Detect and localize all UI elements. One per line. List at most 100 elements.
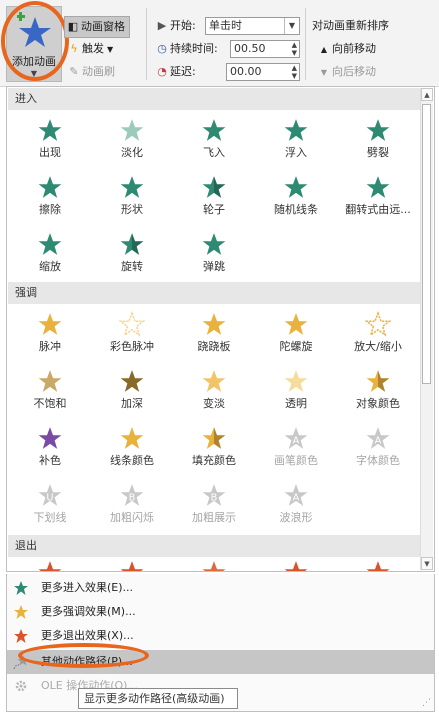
effect-star-icon: [284, 119, 308, 141]
svg-text:A: A: [375, 435, 382, 446]
animation-pane-button[interactable]: ◧ 动画窗格: [64, 16, 130, 38]
chevron-down-icon[interactable]: ▼: [284, 18, 299, 34]
effect-填充颜色[interactable]: 填充颜色: [173, 421, 255, 481]
effect-star-icon: [119, 311, 145, 337]
effect-出现[interactable]: 出现: [9, 113, 91, 173]
effect-缩放[interactable]: 缩放: [9, 227, 91, 287]
effect-翻转式由远-[interactable]: 翻转式由远...: [337, 170, 419, 230]
effect-label: 波浪形: [279, 511, 313, 524]
effect-label: 彩色脉冲: [110, 340, 154, 353]
divider: [146, 8, 147, 80]
effect-擦除[interactable]: 擦除: [9, 170, 91, 230]
effect-star-icon: U: [38, 484, 62, 506]
animation-painter-button[interactable]: ✎ 动画刷: [66, 62, 115, 82]
tooltip: 显示更多动作路径(高级动画): [78, 688, 238, 709]
exit-effect-star-icon[interactable]: [283, 559, 309, 572]
move-later-button[interactable]: ▼ 向后移动: [316, 62, 376, 82]
clock-icon: ◷: [157, 42, 167, 55]
effect-star-icon: [366, 119, 390, 141]
effect-star-icon: [366, 370, 390, 392]
more-entrance-effects-item[interactable]: 更多进入效果(E)...: [7, 576, 434, 600]
effect-label: 字体颜色: [356, 454, 400, 467]
effect-label: 弹跳: [203, 260, 225, 273]
duration-input[interactable]: 00.50 ▲ ▼: [230, 40, 300, 58]
effect-加粗展示[interactable]: B 加粗展示: [173, 478, 255, 538]
exit-effect-star-icon[interactable]: [37, 559, 63, 572]
effect-加粗闪烁[interactable]: B 加粗闪烁: [91, 478, 173, 538]
effect-线条颜色[interactable]: 线条颜色: [91, 421, 173, 481]
effect-star-icon: B: [202, 484, 226, 506]
effect-label: 翻转式由远...: [345, 203, 411, 216]
effect-弹跳[interactable]: 弹跳: [173, 227, 255, 287]
effect-label: 画笔颜色: [274, 454, 318, 467]
play-icon: ▶: [157, 19, 167, 32]
effect-label: 缩放: [39, 260, 61, 273]
spinner-arrows-icon[interactable]: ▲ ▼: [292, 64, 297, 80]
exit-effect-star-icon[interactable]: [201, 559, 227, 572]
effect-透明[interactable]: 透明: [255, 364, 337, 424]
effect-不饱和[interactable]: 不饱和: [9, 364, 91, 424]
effect-label: 陀螺旋: [279, 340, 313, 353]
ribbon: 添加动画 ▼ ◧ 动画窗格 ϟ 触发 ▼ ✎ 动画刷 ▶ 开始: 单击时 ▼ ◷ 持续时间:…: [0, 0, 439, 87]
move-earlier-button[interactable]: ▲ 向前移动: [316, 39, 376, 59]
delay-input[interactable]: 00.00 ▲ ▼: [226, 63, 300, 81]
effect-label: 擦除: [39, 203, 61, 216]
effect-下划线[interactable]: U 下划线: [9, 478, 91, 538]
effect-补色[interactable]: 补色: [9, 421, 91, 481]
svg-text:A: A: [293, 492, 300, 503]
section-header-entrance: 进入: [8, 88, 421, 110]
effect-star-icon: [366, 176, 390, 198]
effect-对象颜色[interactable]: 对象颜色: [337, 364, 419, 424]
effect-淡化[interactable]: 淡化: [91, 113, 173, 173]
effect-star-icon: A: [366, 427, 390, 449]
effect-波浪形[interactable]: A 波浪形: [255, 478, 337, 538]
effect-star-icon: [202, 119, 226, 141]
effect-脉冲[interactable]: 脉冲: [9, 307, 91, 367]
start-select[interactable]: 单击时 ▼: [205, 17, 300, 35]
effect-star-icon: [120, 119, 144, 141]
animation-gallery: 进入 出现 淡化 飞入 浮入 劈裂 擦除 形状 轮子 随机线条 翻转式由远... 缩放 旋转 弹跳 强调…: [6, 86, 435, 572]
effect-label: 线条颜色: [110, 454, 154, 467]
effect-旋转[interactable]: 旋转: [91, 227, 173, 287]
effect-放大-缩小[interactable]: 放大/缩小: [337, 307, 419, 367]
effect-label: 加粗展示: [192, 511, 236, 524]
more-emphasis-effects-item[interactable]: 更多强调效果(M)...: [7, 600, 434, 624]
effect-变淡[interactable]: 变淡: [173, 364, 255, 424]
effect-浮入[interactable]: 浮入: [255, 113, 337, 173]
lightning-icon: ϟ: [70, 42, 78, 55]
effect-star-icon: [38, 233, 62, 255]
scroll-up-arrow-icon[interactable]: ▲: [421, 88, 433, 101]
effect-label: 出现: [39, 146, 61, 159]
effect-加深[interactable]: 加深: [91, 364, 173, 424]
svg-text:A: A: [293, 435, 300, 446]
effect-star-icon: [120, 176, 144, 198]
effect-star-icon: [38, 427, 62, 449]
scroll-down-arrow-icon[interactable]: ▼: [421, 557, 433, 570]
triangle-down-icon: ▼: [320, 68, 328, 77]
effect-轮子[interactable]: 轮子: [173, 170, 255, 230]
exit-effect-star-icon[interactable]: [119, 559, 145, 572]
effect-label: 飞入: [203, 146, 225, 159]
effect-形状[interactable]: 形状: [91, 170, 173, 230]
trigger-button[interactable]: ϟ 触发 ▼: [66, 39, 113, 59]
effect-画笔颜色[interactable]: A 画笔颜色: [255, 421, 337, 481]
effect-彩色脉冲[interactable]: 彩色脉冲: [91, 307, 173, 367]
effect-陀螺旋[interactable]: 陀螺旋: [255, 307, 337, 367]
emphasis-star-icon: [14, 605, 28, 619]
scrollbar-thumb[interactable]: [422, 104, 431, 384]
effect-随机线条[interactable]: 随机线条: [255, 170, 337, 230]
effect-字体颜色[interactable]: A 字体颜色: [337, 421, 419, 481]
effect-label: 淡化: [121, 146, 143, 159]
resize-grip-icon[interactable]: ⋰: [422, 698, 431, 708]
svg-text:U: U: [46, 492, 53, 503]
effect-跷跷板[interactable]: 跷跷板: [173, 307, 255, 367]
divider: [305, 8, 306, 80]
effect-飞入[interactable]: 飞入: [173, 113, 255, 173]
vertical-scrollbar[interactable]: ▲ ▼: [420, 88, 433, 570]
effect-劈裂[interactable]: 劈裂: [337, 113, 419, 173]
effect-label: 旋转: [121, 260, 143, 273]
reorder-title: 对动画重新排序: [312, 19, 389, 32]
highlight-circle-annotation: [1, 1, 69, 81]
spinner-arrows-icon[interactable]: ▲ ▼: [292, 41, 297, 57]
exit-effect-star-icon[interactable]: [365, 559, 391, 572]
